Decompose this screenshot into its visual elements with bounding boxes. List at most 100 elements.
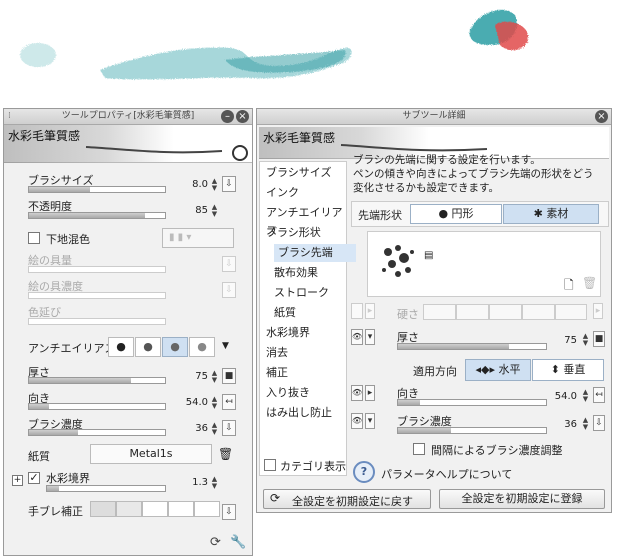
help-icon[interactable]: ?	[353, 461, 375, 483]
detail-thickness-effect-button[interactable]: ■	[593, 331, 605, 347]
category-item[interactable]: ブラシ先端	[274, 244, 356, 262]
hardness-cell[interactable]	[456, 304, 489, 320]
detail-direction-spinner[interactable]: ▲ ▼	[581, 389, 590, 403]
category-item[interactable]: 水彩境界	[266, 324, 310, 342]
brush-size-slider[interactable]	[28, 186, 166, 193]
direction-spinner[interactable]: ▲ ▼	[210, 396, 219, 410]
stab-cell[interactable]	[168, 501, 194, 517]
mix-mode-select[interactable]: ▮ ▮ ▾	[162, 228, 234, 248]
reset-all-button[interactable]: ⟳ 全設定を初期設定に戻す	[263, 489, 431, 509]
category-item[interactable]: インク	[266, 184, 299, 202]
watercolor-edge-value[interactable]: 1.3	[168, 477, 208, 488]
stabilization-selector[interactable]	[90, 500, 220, 520]
underlay-mix-checkbox[interactable]	[28, 232, 40, 244]
stabilization-pressure-button[interactable]: ⇩	[222, 504, 236, 520]
detail-brush-density-spinner[interactable]: ▲ ▼	[581, 417, 590, 431]
watercolor-edge-checkbox[interactable]: ✓	[28, 472, 40, 484]
minimize-icon[interactable]: –	[221, 110, 234, 123]
hardness-cell[interactable]	[489, 304, 522, 320]
texture-select[interactable]: Metal1s	[90, 444, 212, 464]
thickness-effect-button[interactable]: ■	[222, 368, 236, 384]
paint-density-slider[interactable]	[28, 292, 166, 299]
wrench-icon[interactable]: 🔧	[230, 535, 246, 550]
register-all-button[interactable]: 全設定を初期設定に登録	[439, 489, 605, 509]
thickness-slider[interactable]	[28, 377, 166, 384]
category-item[interactable]: ブラシサイズ	[266, 164, 331, 182]
brush-size-spinner[interactable]: ▲ ▼	[210, 178, 219, 192]
detail-brush-density-slider[interactable]	[397, 427, 547, 434]
category-item[interactable]: 消去	[266, 344, 288, 362]
brush-density-value[interactable]: 36	[168, 423, 208, 434]
category-item[interactable]: 入り抜き	[266, 384, 310, 402]
tip-shape-material-option[interactable]: ✱ 素材	[503, 204, 599, 224]
direction-value[interactable]: 54.0	[168, 397, 208, 408]
interval-density-checkbox[interactable]	[413, 443, 425, 455]
new-file-icon[interactable]: 🗋	[564, 276, 574, 297]
antialias-weak-option[interactable]: ●	[135, 337, 161, 357]
grip-icon[interactable]: ⁞	[8, 109, 11, 124]
direction-slider[interactable]	[28, 403, 166, 410]
hardness-cell[interactable]	[555, 304, 587, 320]
direction-effect-button[interactable]: ↤	[222, 394, 236, 410]
opacity-slider[interactable]	[28, 212, 166, 219]
category-item[interactable]: 散布効果	[274, 264, 318, 282]
category-item[interactable]: はみ出し防止	[266, 404, 332, 422]
material-menu-icon[interactable]: ▤	[424, 250, 433, 261]
detail-brush-density-value[interactable]: 36	[537, 419, 577, 430]
brush-tip-thumbnail[interactable]	[374, 238, 426, 282]
stab-cell[interactable]	[116, 501, 142, 517]
detail-thickness-value[interactable]: 75	[537, 335, 577, 346]
brush-size-value[interactable]: 8.0	[168, 179, 208, 190]
direction-expand-toggle[interactable]: ▸	[365, 385, 375, 401]
paint-amount-slider[interactable]	[28, 266, 166, 273]
brush-density-pressure-button[interactable]: ⇩	[222, 420, 236, 436]
watercolor-edge-slider[interactable]	[46, 485, 166, 492]
thickness-value[interactable]: 75	[168, 371, 208, 382]
brush-density-slider[interactable]	[28, 429, 166, 436]
eye-icon[interactable]: 👁	[351, 413, 363, 429]
close-icon[interactable]: ×	[595, 110, 608, 123]
eye-icon[interactable]: 👁	[351, 385, 363, 401]
brush-density-spinner[interactable]: ▲ ▼	[210, 422, 219, 436]
param-help-row[interactable]: ? パラメータヘルプについて	[351, 461, 609, 485]
detail-direction-value[interactable]: 54.0	[537, 391, 577, 402]
sub-tool-detail-titlebar[interactable]: サブツール詳細 ×	[257, 109, 611, 125]
opacity-value[interactable]: 85	[168, 205, 208, 216]
category-item[interactable]: ストローク	[274, 284, 329, 302]
thickness-collapse-toggle[interactable]: ▾	[365, 329, 375, 345]
paint-density-pressure-button[interactable]: ⇩	[222, 282, 236, 298]
reset-icon[interactable]: ⟳	[210, 535, 221, 550]
eye-icon[interactable]: 👁	[351, 329, 363, 345]
detail-brush-density-pressure-button[interactable]: ⇩	[593, 415, 605, 431]
category-display-checkbox[interactable]	[264, 459, 276, 471]
detail-thickness-slider[interactable]	[397, 343, 547, 350]
stab-cell[interactable]	[142, 501, 168, 517]
hardness-cell[interactable]	[423, 304, 456, 320]
delete-material-icon[interactable]: 🗑	[582, 276, 597, 290]
hardness-expand-toggle[interactable]: ▸	[365, 303, 375, 319]
antialias-strong-option[interactable]: ●	[189, 337, 215, 357]
watercolor-edge-spinner[interactable]: ▲ ▼	[210, 476, 219, 490]
detail-thickness-spinner[interactable]: ▲ ▼	[581, 333, 590, 347]
hardness-cell[interactable]	[522, 304, 555, 320]
category-item[interactable]: 補正	[266, 364, 288, 382]
stab-cell[interactable]	[194, 501, 220, 517]
opacity-spinner[interactable]: ▲ ▼	[210, 204, 219, 218]
color-stretch-slider[interactable]	[28, 318, 166, 325]
stab-cell[interactable]	[90, 501, 116, 517]
category-item[interactable]: アンチエイリアス	[266, 204, 346, 237]
paint-amount-pressure-button[interactable]: ⇩	[222, 256, 236, 272]
brush-size-pressure-button[interactable]: ⇩	[222, 176, 236, 192]
horizontal-option[interactable]: ◂◆▸ 水平	[465, 359, 531, 381]
category-item[interactable]: 紙質	[274, 304, 296, 322]
tool-property-titlebar[interactable]: ⁞ ツールプロパティ[水彩毛筆質感] – ×	[4, 109, 252, 125]
vertical-option[interactable]: ⬍ 垂直	[532, 359, 604, 381]
expand-icon[interactable]: +	[12, 475, 23, 486]
brush-density-collapse-toggle[interactable]: ▾	[365, 413, 375, 429]
hardness-selector[interactable]	[423, 303, 587, 321]
hardness-eye-toggle[interactable]	[351, 303, 363, 319]
zoom-icon[interactable]	[232, 145, 248, 161]
thickness-spinner[interactable]: ▲ ▼	[210, 370, 219, 384]
detail-direction-slider[interactable]	[397, 399, 547, 406]
antialias-medium-option[interactable]: ●	[162, 337, 188, 357]
